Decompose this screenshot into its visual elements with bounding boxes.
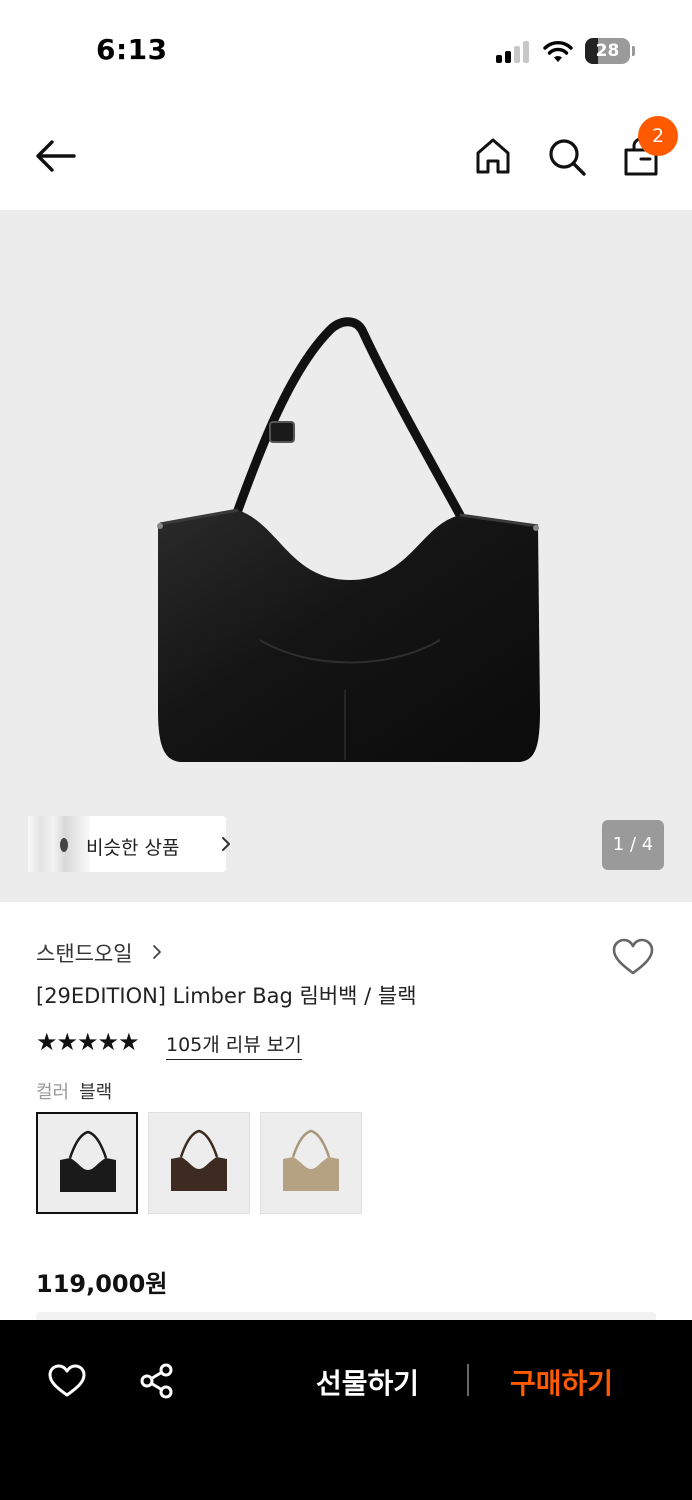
bottom-action-bar: 선물하기 구매하기: [0, 1320, 692, 1500]
buy-button[interactable]: 구매하기: [510, 1362, 613, 1402]
bottom-bar-divider: [467, 1364, 469, 1396]
color-selector-label: 컬러 블랙: [36, 1078, 112, 1104]
status-time: 6:13: [96, 33, 168, 66]
product-image-gallery[interactable]: 비슷한 상품 1 / 4: [0, 210, 692, 902]
image-page-indicator: 1 / 4: [602, 820, 664, 870]
chevron-right-icon: [222, 837, 230, 851]
product-title: [29EDITION] Limber Bag 림버백 / 블랙: [36, 984, 417, 1008]
color-option-thumbnail: [283, 1129, 339, 1191]
similar-products-label: 비슷한 상품: [86, 837, 180, 859]
color-option-brown[interactable]: [148, 1112, 250, 1214]
brand-name: 스탠드오일: [36, 942, 133, 966]
color-key: 컬러: [36, 1082, 70, 1103]
section-divider: [36, 1312, 656, 1320]
battery-level: 28: [595, 41, 620, 61]
wishlist-heart-icon[interactable]: [612, 938, 654, 976]
cart-badge: 2: [638, 116, 678, 156]
brand-link[interactable]: 스탠드오일: [36, 938, 161, 968]
gift-button[interactable]: 선물하기: [316, 1362, 419, 1402]
color-option-beige[interactable]: [260, 1112, 362, 1214]
color-value: 블랙: [79, 1082, 113, 1103]
color-option-thumbnail: [171, 1129, 227, 1191]
cellular-signal-icon: [496, 41, 532, 63]
product-price: 119,000원: [36, 1270, 168, 1298]
status-bar: 6:13 28: [0, 0, 692, 100]
chevron-right-icon: [153, 945, 161, 959]
similar-products-button[interactable]: 비슷한 상품: [28, 816, 230, 872]
color-option-thumbnail: [60, 1130, 116, 1192]
top-nav: 2: [0, 100, 692, 210]
similar-product-thumbnail: [28, 816, 90, 872]
rating-stars-icon: ★★★★★: [36, 1028, 140, 1056]
back-arrow-icon[interactable]: [34, 138, 78, 174]
review-link[interactable]: 105개 리뷰 보기: [166, 1030, 302, 1060]
heart-icon[interactable]: [48, 1364, 86, 1398]
search-icon[interactable]: [547, 137, 587, 177]
battery-icon: 28: [585, 38, 635, 64]
product-image: [157, 317, 540, 762]
share-icon[interactable]: [138, 1362, 176, 1400]
color-option-black[interactable]: [36, 1112, 138, 1214]
home-icon[interactable]: [474, 137, 512, 175]
wifi-icon: [543, 41, 573, 62]
